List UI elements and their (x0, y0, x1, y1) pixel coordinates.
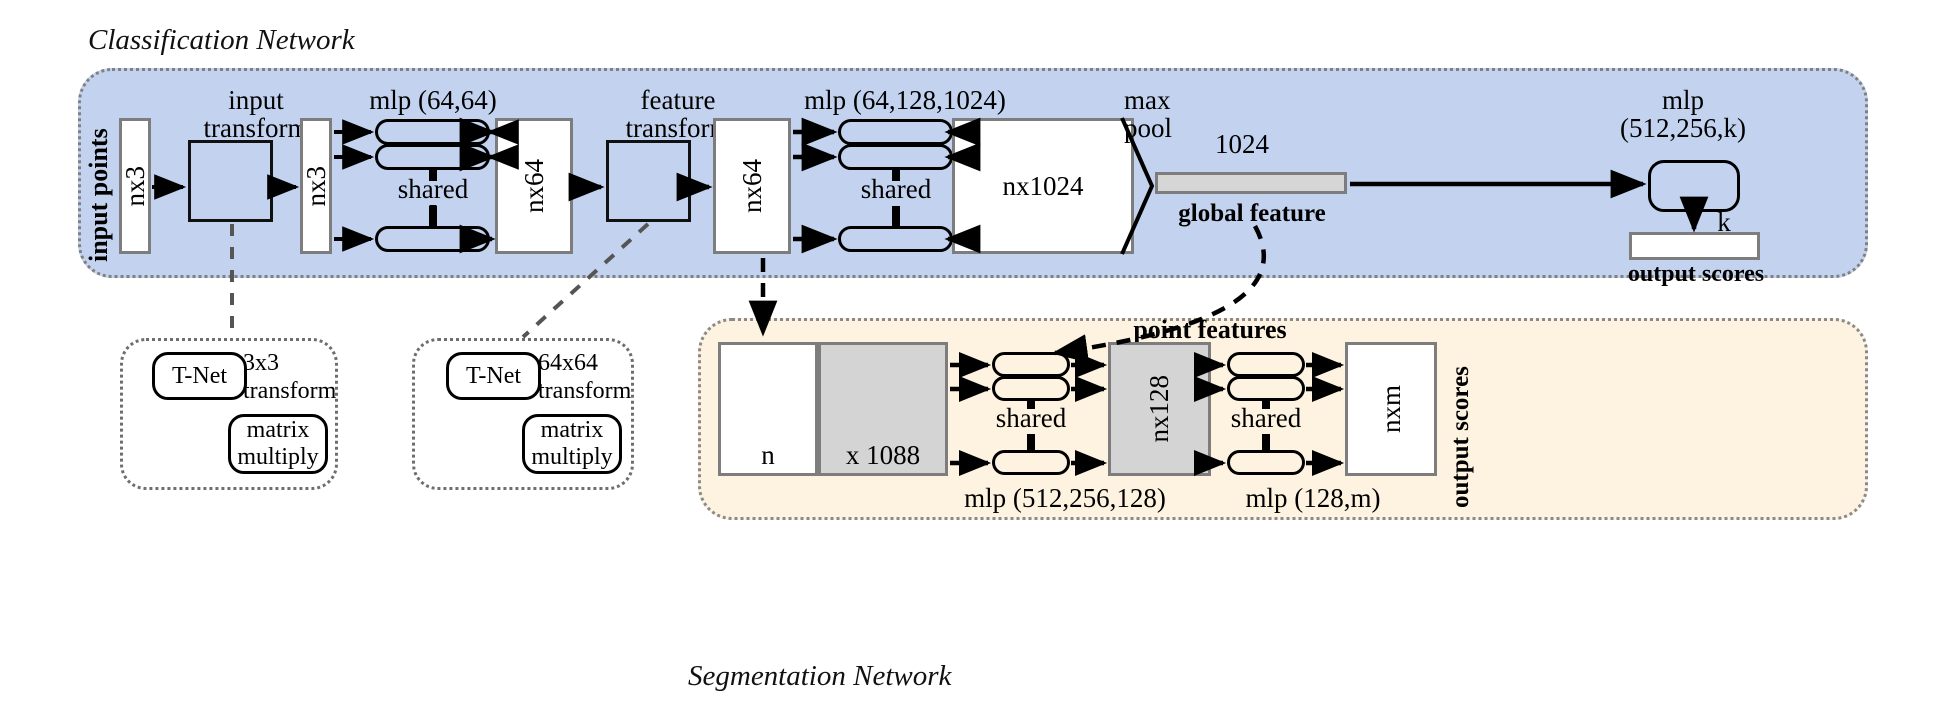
mlp2-pill-bottom (838, 226, 953, 252)
mlp1-pill-top (375, 119, 490, 145)
tensor-concat-n-label: n (761, 439, 775, 470)
tensor-transformed-nx3-label: nx3 (300, 165, 331, 207)
global-feature-size-label: 1024 (1215, 129, 1269, 159)
tensor-nx1024-label: nx1024 (1002, 170, 1084, 201)
matrix-multiply-node-1-line1: matrix (246, 417, 310, 443)
tnet-node-2: T-Net (446, 352, 541, 400)
matrix-multiply-node-2: matrix multiply (522, 414, 622, 474)
seg-mlp1-pill-top (992, 352, 1070, 377)
tensor-nx128: nx128 (1108, 342, 1211, 476)
mlp-512-256-128-label: mlp (512,256,128) (964, 483, 1166, 513)
tensor-input-nx3-label: nx3 (119, 165, 150, 207)
seg-mlp2-pill-middle (1227, 376, 1305, 401)
input-transform-label-line2: transform (203, 113, 309, 144)
tensor-nx128-label: nx128 (1144, 375, 1174, 443)
tensor-concat-right-gray: x 1088 (818, 342, 948, 476)
max-pool-label-line2: pool (1124, 113, 1173, 144)
point-features-label: point features (1133, 315, 1287, 344)
tensor-nx64-a-label: nx64 (518, 159, 549, 213)
shared-label-2: shared (860, 174, 932, 204)
tensor-nx64-b: nx64 (713, 118, 791, 254)
segmentation-network-title: Segmentation Network (688, 660, 952, 692)
mlp1-pill-bottom (375, 226, 490, 252)
input-points-side-label: input points (84, 128, 113, 262)
output-scores-side-label-segmentation: output scores (1447, 366, 1474, 508)
tensor-concat-left-white: n (718, 342, 818, 476)
seg-mlp2-pill-top (1227, 352, 1305, 377)
mlp-128-m-label: mlp (128,m) (1245, 483, 1381, 513)
seg-mlp1-pill-middle (992, 376, 1070, 401)
mlp-512-256-k-label: mlp (512,256,k) (1588, 86, 1778, 143)
matrix-multiply-node-2-line1: matrix (540, 417, 604, 443)
seg-mlp2-pill-bottom (1227, 450, 1305, 475)
input-transform-label-line1: input (228, 85, 284, 115)
shared-label-1: shared (397, 174, 469, 204)
tensor-nx1024: nx1024 (952, 118, 1134, 254)
tnet-1-transform-label-line2: transform (243, 377, 337, 404)
tnet-2-transform-label: 64x64 transform (538, 350, 648, 405)
tnet-1-transform-label: 3x3 transform (243, 350, 349, 405)
tensor-nx64-a: nx64 (495, 118, 573, 254)
mlp-512-256-k-node (1648, 160, 1740, 212)
mlp-512-256-k-label-line1: mlp (1661, 85, 1704, 115)
tensor-input-nx3: nx3 (119, 118, 151, 254)
mlp2-pill-top (838, 119, 953, 145)
tnet-2-transform-label-line2: transform (538, 377, 632, 404)
tnet-2-transform-label-line1: 64x64 (538, 350, 598, 376)
feature-transform-box (606, 140, 691, 222)
seg-shared-label-2: shared (1230, 403, 1302, 433)
matrix-multiply-node-2-line2: multiply (531, 444, 613, 470)
feature-transform-label-line1: feature (640, 85, 716, 115)
tnet-node-1-label: T-Net (171, 362, 228, 389)
matrix-multiply-node-1-line2: multiply (237, 444, 319, 470)
input-transform-box (188, 140, 273, 222)
global-feature-label: global feature (1178, 200, 1326, 227)
tensor-nx64-b-label: nx64 (736, 159, 767, 213)
mlp-64-128-1024-label: mlp (64,128,1024) (804, 85, 1006, 115)
tnet-node-1: T-Net (152, 352, 247, 400)
mlp-64-64-label: mlp (64,64) (369, 85, 497, 115)
tnet-node-2-label: T-Net (465, 362, 522, 389)
mlp1-pill-middle (375, 144, 490, 170)
mlp2-pill-middle (838, 144, 953, 170)
output-scores-label-classification: output scores (1627, 261, 1765, 287)
mlp-512-256-k-label-line2: (512,256,k) (1620, 113, 1746, 144)
tensor-nxm: nxm (1345, 342, 1437, 476)
tensor-output-scores-classification (1629, 232, 1760, 260)
tensor-concat-1088-label: x 1088 (845, 439, 921, 470)
max-pool-label-line1: max (1124, 85, 1171, 115)
seg-shared-label-1: shared (995, 403, 1067, 433)
seg-mlp1-pill-bottom (992, 450, 1070, 475)
diagram-canvas: Classification Network Segmentation Netw… (0, 0, 1950, 704)
global-feature-bar (1155, 172, 1347, 194)
tensor-nxm-label: nxm (1375, 384, 1406, 433)
tensor-transformed-nx3: nx3 (300, 118, 332, 254)
tnet-1-transform-label-line1: 3x3 (243, 350, 279, 376)
classification-network-title: Classification Network (88, 24, 355, 56)
matrix-multiply-node-1: matrix multiply (228, 414, 328, 474)
